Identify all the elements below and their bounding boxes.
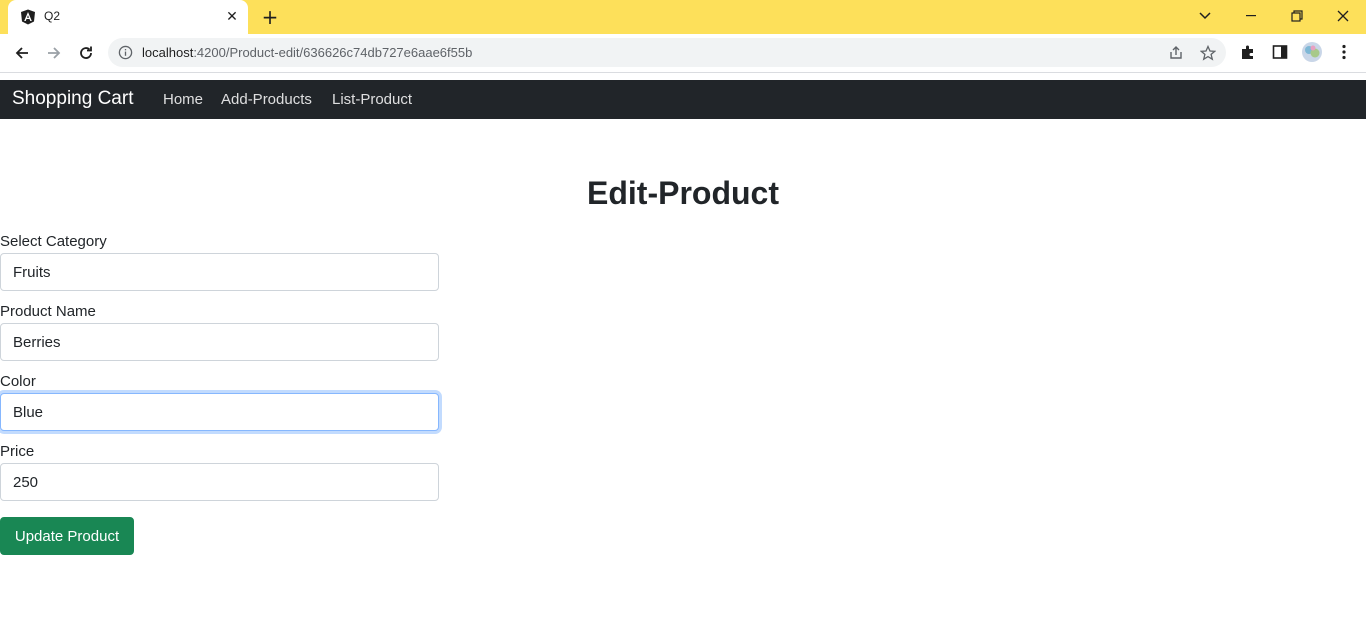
nav-link-list-product[interactable]: List-Product bbox=[332, 91, 412, 108]
angular-icon bbox=[21, 9, 35, 25]
product-name-label: Product Name bbox=[0, 303, 96, 320]
nav-link-home[interactable]: Home bbox=[163, 91, 203, 108]
bookmark-star-icon[interactable] bbox=[1200, 45, 1216, 61]
share-icon[interactable] bbox=[1168, 45, 1184, 61]
app-navbar: Shopping Cart Home Add-Products List-Pro… bbox=[0, 80, 1366, 119]
navbar-brand[interactable]: Shopping Cart bbox=[12, 88, 133, 110]
color-label: Color bbox=[0, 373, 36, 390]
new-tab-icon[interactable]: + bbox=[259, 6, 281, 28]
reload-icon[interactable] bbox=[74, 41, 98, 65]
profile-avatar-icon[interactable] bbox=[1301, 41, 1323, 63]
product-name-input[interactable] bbox=[0, 323, 439, 361]
toolbar-divider bbox=[0, 72, 1366, 73]
browser-tab-strip: Q2 ✕ + bbox=[0, 0, 1366, 34]
info-icon[interactable] bbox=[118, 45, 133, 60]
forward-icon[interactable] bbox=[42, 41, 66, 65]
tab-search-icon[interactable] bbox=[1182, 0, 1228, 32]
category-input[interactable] bbox=[0, 253, 439, 291]
side-panel-icon[interactable] bbox=[1271, 43, 1289, 61]
price-label: Price bbox=[0, 443, 35, 460]
url-text[interactable]: localhost:4200/Product-edit/636626c74db7… bbox=[142, 45, 472, 60]
close-window-icon[interactable] bbox=[1320, 0, 1366, 32]
page-title: Edit-Product bbox=[587, 175, 779, 211]
menu-kebab-icon[interactable] bbox=[1335, 43, 1353, 61]
color-input[interactable] bbox=[0, 393, 439, 431]
extensions-icon[interactable] bbox=[1239, 43, 1257, 61]
nav-link-add-products[interactable]: Add-Products bbox=[221, 91, 312, 108]
browser-tab[interactable]: Q2 ✕ bbox=[8, 0, 248, 34]
close-tab-icon[interactable]: ✕ bbox=[224, 9, 240, 25]
price-input[interactable] bbox=[0, 463, 439, 501]
minimize-icon[interactable] bbox=[1228, 0, 1274, 32]
back-icon[interactable] bbox=[10, 41, 34, 65]
category-label: Select Category bbox=[0, 233, 107, 250]
tab-title: Q2 bbox=[44, 9, 61, 23]
restore-icon[interactable] bbox=[1274, 0, 1320, 32]
address-bar[interactable]: localhost:4200/Product-edit/636626c74db7… bbox=[108, 38, 1226, 67]
update-product-button[interactable]: Update Product bbox=[0, 517, 134, 555]
